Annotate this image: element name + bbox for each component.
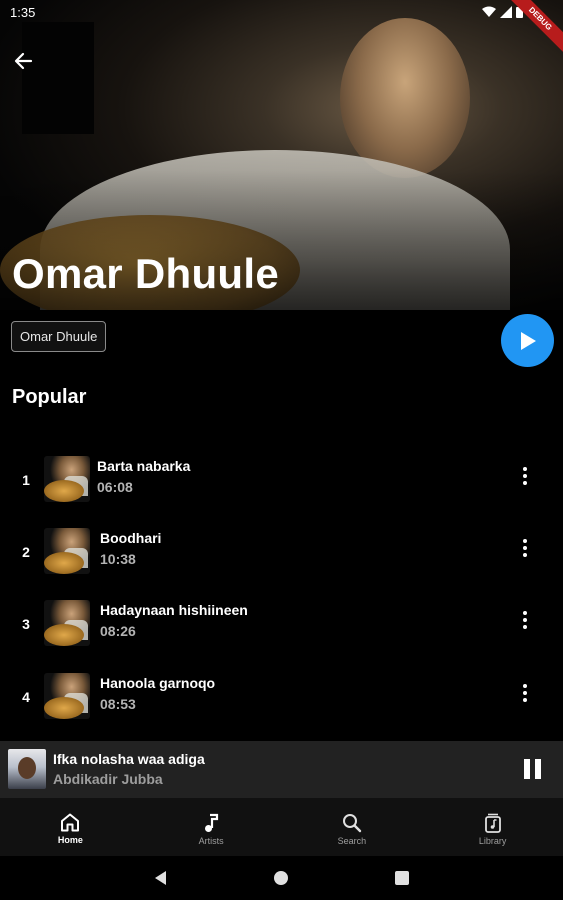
nav-label: Library xyxy=(478,836,507,846)
wifi-icon xyxy=(482,5,496,23)
track-number: 4 xyxy=(22,689,30,705)
track-row[interactable]: 1 Barta nabarka 06:08 xyxy=(0,452,563,508)
play-button[interactable] xyxy=(501,314,554,367)
popular-section-title: Popular xyxy=(12,386,87,408)
nav-label: Home xyxy=(57,835,83,845)
arrow-back-icon xyxy=(14,52,33,70)
track-thumbnail xyxy=(44,528,90,574)
nav-item-library[interactable]: Library xyxy=(422,798,563,856)
pause-icon xyxy=(523,759,530,779)
track-duration: 06:08 xyxy=(97,479,133,495)
home-icon xyxy=(61,813,80,832)
track-number: 3 xyxy=(22,616,30,632)
track-title: Hadaynaan hishiineen xyxy=(100,602,248,618)
track-thumbnail xyxy=(44,673,90,719)
track-duration: 08:26 xyxy=(100,623,136,639)
system-back-icon[interactable] xyxy=(153,870,167,886)
pause-button[interactable] xyxy=(520,757,544,781)
nav-item-artists[interactable]: Artists xyxy=(141,798,282,856)
now-playing-artist: Abdikadir Jubba xyxy=(53,771,163,787)
now-playing-thumbnail xyxy=(8,749,46,789)
track-number: 1 xyxy=(22,472,30,488)
track-title: Barta nabarka xyxy=(97,458,191,474)
track-duration: 10:38 xyxy=(100,551,136,567)
mini-player[interactable]: Ifka nolasha waa adiga Abdikadir Jubba xyxy=(0,741,563,798)
debug-banner: DEBUG xyxy=(503,0,563,60)
nav-item-home[interactable]: Home xyxy=(0,798,141,856)
status-time: 1:35 xyxy=(10,5,36,20)
track-row[interactable]: 2 Boodhari 10:38 xyxy=(0,524,563,580)
track-number: 2 xyxy=(22,544,30,560)
track-title: Boodhari xyxy=(100,530,162,546)
more-options-icon[interactable] xyxy=(515,608,535,632)
music-note-icon xyxy=(205,813,219,832)
track-duration: 08:53 xyxy=(100,696,136,712)
more-options-icon[interactable] xyxy=(515,536,535,560)
nav-item-search[interactable]: Search xyxy=(282,798,423,856)
track-row[interactable]: 3 Hadaynaan hishiineen 08:26 xyxy=(0,596,563,652)
search-icon xyxy=(342,814,362,833)
system-recents-icon[interactable] xyxy=(395,871,409,885)
track-row[interactable]: 4 Hanoola garnoqo 08:53 xyxy=(0,669,563,725)
status-bar: 1:35 xyxy=(0,0,563,24)
track-thumbnail xyxy=(44,600,90,646)
library-icon xyxy=(484,813,501,833)
more-options-icon[interactable] xyxy=(515,681,535,705)
artist-chip[interactable]: Omar Dhuule xyxy=(11,321,107,352)
system-home-icon[interactable] xyxy=(274,871,288,885)
back-button[interactable] xyxy=(10,48,36,74)
more-options-icon[interactable] xyxy=(515,464,535,488)
play-icon xyxy=(520,331,536,350)
artist-name-title: Omar Dhuule xyxy=(12,250,280,297)
system-navigation-bar xyxy=(0,856,563,900)
now-playing-title: Ifka nolasha waa adiga xyxy=(53,751,205,767)
nav-label: Search xyxy=(337,836,367,846)
bottom-navigation: Home Artists Search Library xyxy=(0,798,563,856)
nav-label: Artists xyxy=(198,836,224,846)
track-thumbnail xyxy=(44,456,90,502)
track-title: Hanoola garnoqo xyxy=(100,675,216,691)
